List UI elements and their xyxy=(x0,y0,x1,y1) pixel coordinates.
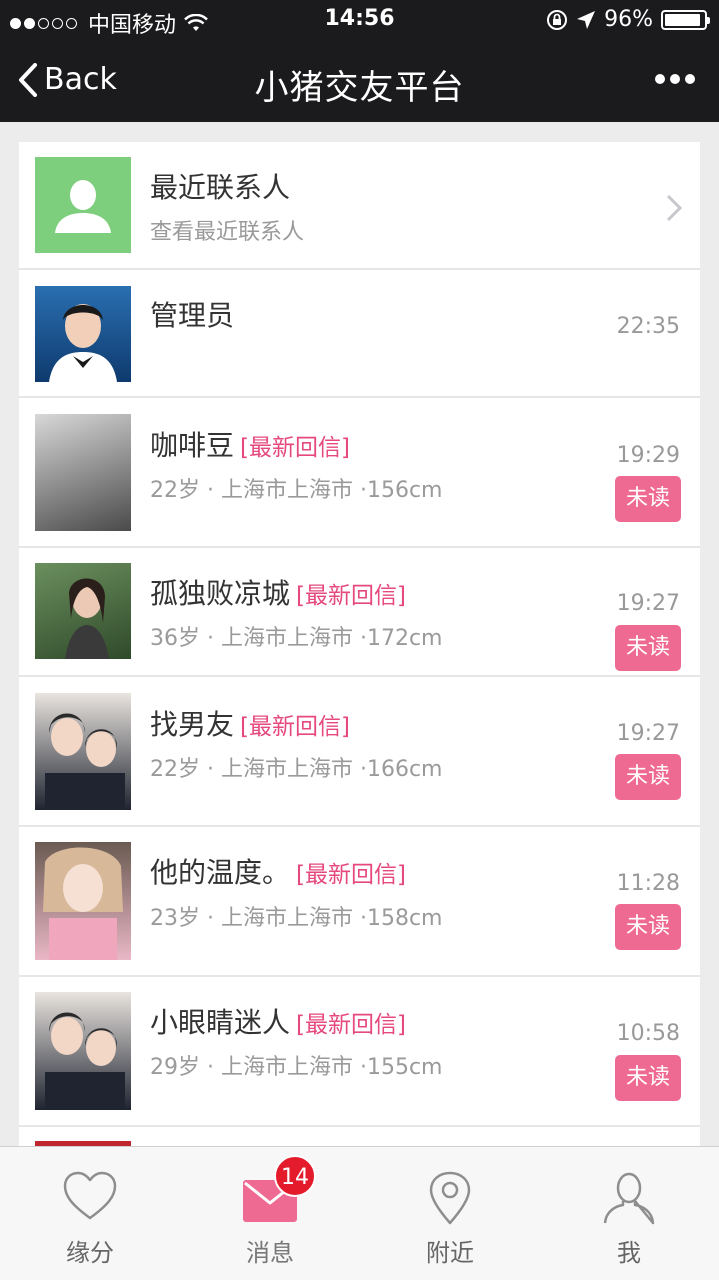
avatar xyxy=(35,842,131,960)
rotation-lock-icon xyxy=(547,9,568,30)
avatar xyxy=(35,992,131,1110)
unread-badge: 未读 xyxy=(615,1055,681,1101)
page-title: 小猪交友平台 xyxy=(254,68,465,108)
new-reply-tag: [最新回信] xyxy=(296,1012,406,1038)
contact-info: 29岁 · 上海市上海市 ·155cm xyxy=(150,1055,443,1080)
battery-percent: 96% xyxy=(604,7,653,32)
status-right: 96% xyxy=(538,7,710,32)
contact-name: 孤独败凉城 xyxy=(150,577,291,610)
conversation-list: 最近联系人 查看最近联系人 管理员 22:35 咖啡豆 [最新回信] 22岁 ·… xyxy=(19,142,700,1146)
tab-label: 缘分 xyxy=(66,1239,114,1267)
contact-icon xyxy=(35,157,131,253)
contact-info: 22岁 · 上海市上海市 ·156cm xyxy=(150,478,443,503)
recent-contacts-row[interactable]: 最近联系人 查看最近联系人 xyxy=(19,142,700,270)
heart-icon xyxy=(63,1171,117,1220)
tab-bar: 缘分 14 消息 附近 我 xyxy=(0,1146,719,1280)
avatar xyxy=(35,563,131,659)
new-reply-tag: [最新回信] xyxy=(296,583,406,609)
unread-badge: 未读 xyxy=(615,625,681,671)
recent-contacts-subtitle: 查看最近联系人 xyxy=(150,220,305,245)
list-item[interactable]: 咖啡豆 [最新回信] 22岁 · 上海市上海市 ·156cm 19:29 未读 xyxy=(19,398,700,548)
recent-contacts-title: 最近联系人 xyxy=(150,171,291,204)
message-time: 10:58 xyxy=(616,1021,680,1046)
message-time: 19:29 xyxy=(616,443,680,468)
message-time: 19:27 xyxy=(616,721,680,746)
unread-badge: 未读 xyxy=(615,904,681,950)
contact-name: 咖啡豆 xyxy=(150,429,235,462)
message-time: 22:35 xyxy=(616,314,680,339)
nav-bar: Back 小猪交友平台 xyxy=(0,40,719,122)
tab-label: 附近 xyxy=(426,1239,474,1267)
list-item[interactable]: 他的温度。 [最新回信] 23岁 · 上海市上海市 ·158cm 11:28 未… xyxy=(19,827,700,977)
tab-fate[interactable]: 缘分 xyxy=(0,1147,180,1280)
status-bar: 中国移动 14:56 96% xyxy=(0,0,719,40)
contact-name: 小眼睛迷人 xyxy=(150,1006,291,1039)
contact-info: 22岁 · 上海市上海市 ·166cm xyxy=(150,757,443,782)
admin-row[interactable]: 管理员 22:35 xyxy=(19,270,700,398)
avatar xyxy=(35,414,131,531)
message-time: 19:27 xyxy=(616,591,680,616)
list-item[interactable]: 小眼睛迷人 [最新回信] 29岁 · 上海市上海市 ·155cm 10:58 未… xyxy=(19,977,700,1127)
battery-icon xyxy=(661,9,710,30)
list-item[interactable]: 孤独败凉城 [最新回信] 36岁 · 上海市上海市 ·172cm 19:27 未… xyxy=(19,548,700,677)
contact-name: 管理员 xyxy=(150,299,235,332)
tab-me[interactable]: 我 xyxy=(539,1147,719,1280)
tab-label: 消息 xyxy=(246,1239,294,1267)
unread-badge: 未读 xyxy=(615,476,681,522)
unread-badge: 未读 xyxy=(615,754,681,800)
contact-name: 他的温度。 xyxy=(150,856,291,889)
location-pin-icon xyxy=(429,1171,471,1225)
unread-count-badge: 14 xyxy=(274,1155,316,1197)
tab-nearby[interactable]: 附近 xyxy=(360,1147,540,1280)
contact-name: 找男友 xyxy=(150,708,235,741)
contact-info: 23岁 · 上海市上海市 ·158cm xyxy=(150,906,443,931)
tab-messages[interactable]: 14 消息 xyxy=(180,1147,360,1280)
avatar xyxy=(35,286,131,382)
chevron-right-icon xyxy=(666,194,682,222)
list-item[interactable] xyxy=(19,1127,700,1146)
new-reply-tag: [最新回信] xyxy=(296,862,406,888)
location-arrow-icon xyxy=(577,10,596,29)
contact-info: 36岁 · 上海市上海市 ·172cm xyxy=(150,626,443,651)
new-reply-tag: [最新回信] xyxy=(240,714,350,740)
list-item[interactable]: 找男友 [最新回信] 22岁 · 上海市上海市 ·166cm 19:27 未读 xyxy=(19,677,700,827)
new-reply-tag: [最新回信] xyxy=(240,435,350,461)
message-time: 11:28 xyxy=(616,871,680,896)
person-icon xyxy=(603,1172,655,1225)
tab-label: 我 xyxy=(617,1239,641,1267)
avatar xyxy=(35,693,131,810)
more-options-icon[interactable] xyxy=(650,74,695,84)
